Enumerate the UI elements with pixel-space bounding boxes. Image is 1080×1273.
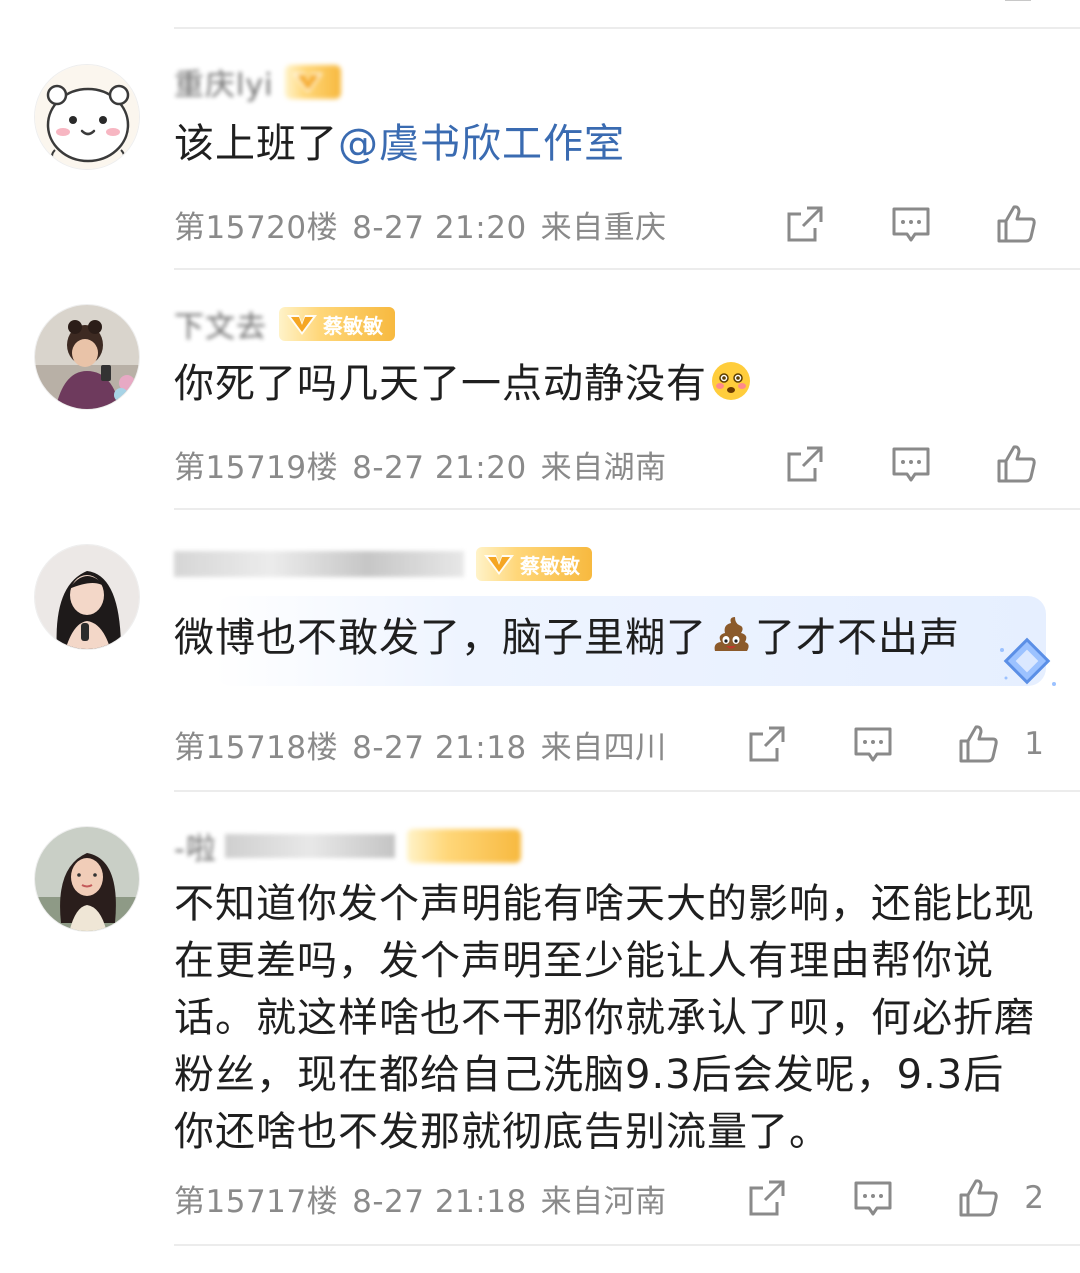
timestamp: 8-27 21:20 [352, 209, 527, 246]
like-count: 2 [1024, 1180, 1044, 1216]
divider [174, 27, 1080, 29]
username[interactable] [174, 551, 464, 577]
divider [174, 790, 1080, 792]
comment-icon [892, 207, 930, 242]
like-button[interactable] [952, 1174, 1006, 1222]
share-icon [787, 446, 823, 482]
share-icon [787, 206, 823, 242]
poop-emoji [714, 617, 749, 651]
avatar[interactable] [34, 64, 140, 170]
girl-photo-avatar [35, 305, 139, 409]
comment-button[interactable] [846, 1174, 900, 1222]
share-button[interactable] [740, 1174, 794, 1222]
comment-text: 微博也不敢发了，脑子里糊了 了才不出声 [174, 615, 960, 661]
woman-photo-avatar [35, 545, 139, 649]
fan-badge-icon [287, 315, 317, 335]
divider [174, 1244, 1080, 1246]
share-button[interactable] [740, 720, 794, 768]
comment-button[interactable] [884, 200, 938, 248]
comment-text: 不知道你发个声明能有啥天大的影响，还能比现在更差吗，发个声明至少能让人有理由帮你… [174, 881, 1035, 1155]
comment-icon [854, 1181, 892, 1216]
comment-meta: 第15720楼 8-27 21:20 来自重庆 [174, 202, 681, 247]
comment-text: 该上班了@虞书欣工作室 [174, 121, 625, 167]
share-button[interactable] [778, 200, 832, 248]
cropped-icon-fragment [1005, 0, 1031, 1]
username[interactable]: 重庆lyi [174, 60, 273, 104]
comment-meta: 第15717楼 8-27 21:18 来自河南 [174, 1176, 681, 1221]
fan-badge[interactable]: 蔡敏敏 [476, 547, 592, 581]
location: 来自河南 [540, 1183, 667, 1220]
location: 来自重庆 [540, 209, 667, 246]
comment-meta: 第15719楼 8-27 21:20 来自湖南 [174, 442, 681, 487]
fan-badge[interactable]: 蔡敏敏 [279, 307, 395, 341]
username[interactable]: -啦 [174, 824, 217, 868]
location: 来自湖南 [540, 449, 667, 486]
previous-comment-edge [0, 0, 1080, 30]
avatar[interactable] [34, 826, 140, 932]
fan-badge[interactable] [406, 829, 521, 863]
woman-outdoor-avatar [35, 827, 139, 931]
location: 来自四川 [540, 729, 667, 766]
comment-meta: 第15718楼 8-27 21:18 来自四川 [174, 722, 681, 767]
floor-number: 第15718楼 [174, 729, 339, 766]
floor-number: 第15719楼 [174, 449, 339, 486]
divider [174, 268, 1080, 270]
timestamp: 8-27 21:18 [352, 729, 527, 766]
timestamp: 8-27 21:20 [352, 449, 527, 486]
like-icon [997, 445, 1036, 483]
comment-icon [892, 447, 930, 482]
share-button[interactable] [778, 440, 832, 488]
share-icon [749, 1180, 785, 1216]
avatar[interactable] [34, 304, 140, 410]
fan-badge-label: 蔡敏敏 [323, 313, 383, 338]
like-icon [959, 1179, 998, 1217]
like-button[interactable] [990, 200, 1044, 248]
comment-text: 你死了吗几天了一点动静没有 [174, 356, 1044, 413]
like-icon [959, 725, 998, 763]
flushed-face-emoji [712, 362, 750, 400]
cartoon-hamster-avatar [35, 65, 139, 169]
comment-icon [854, 727, 892, 762]
floor-number: 第15717楼 [174, 1183, 339, 1220]
fan-badge-icon [484, 555, 514, 575]
share-icon [749, 726, 785, 762]
comment-button[interactable] [884, 440, 938, 488]
comment-button[interactable] [846, 720, 900, 768]
floor-number: 第15720楼 [174, 209, 339, 246]
divider [174, 508, 1080, 510]
like-button[interactable] [952, 720, 1006, 768]
timestamp: 8-27 21:18 [352, 1183, 527, 1220]
like-button[interactable] [990, 440, 1044, 488]
like-icon [997, 205, 1036, 243]
username-obscured [224, 834, 395, 858]
fan-badge[interactable] [285, 65, 342, 99]
username[interactable]: 下文去 [174, 302, 267, 346]
like-count: 1 [1024, 726, 1044, 762]
fan-badge-icon [293, 73, 324, 93]
mention-link[interactable]: @虞书欣工作室 [338, 121, 625, 167]
avatar[interactable] [34, 544, 140, 650]
fan-badge-label: 蔡敏敏 [520, 553, 580, 578]
